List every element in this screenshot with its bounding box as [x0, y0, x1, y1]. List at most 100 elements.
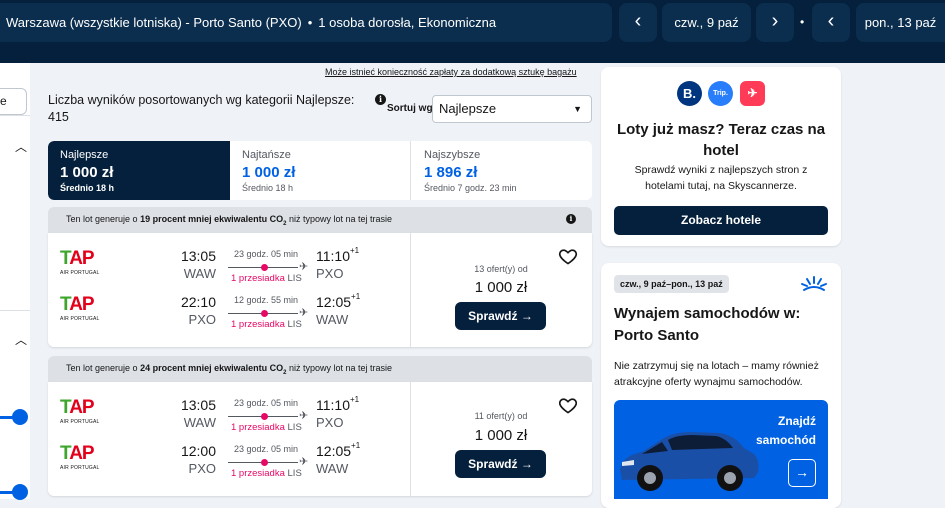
info-icon[interactable]: i: [566, 214, 576, 224]
departure-airport: WAW: [183, 415, 216, 430]
slider-handle[interactable]: [12, 484, 28, 500]
route-summary[interactable]: Warszawa (wszystkie lotniska) - Porto Sa…: [0, 3, 612, 42]
departure-time: 13:05: [180, 248, 216, 264]
airline-name: AIR PORTUGAL: [60, 270, 100, 276]
flight-leg-outbound: TAP AIR PORTUGAL 13:05 WAW 23 godz. 05 mi…: [48, 243, 410, 293]
see-hotels-button[interactable]: Zobacz hotele: [614, 206, 828, 235]
stop-airport: LIS: [287, 422, 302, 433]
route-text: Warszawa (wszystkie lotniska) - Porto Sa…: [6, 15, 302, 30]
check-button[interactable]: Sprawdź →: [455, 302, 546, 330]
return-prev-button[interactable]: ‹: [812, 3, 850, 42]
skyscanner-logo-icon: [801, 276, 827, 291]
stops-count: 1 przesiadka: [231, 319, 285, 330]
flight-leg-return: TAP AIR PORTUGAL 22:10 PXO 12 godz. 55 mi…: [48, 289, 410, 339]
stops-info: 1 przesiadka LIS: [231, 468, 302, 479]
flight-duration: 23 godz. 05 min: [233, 249, 299, 259]
arrival-airport: WAW: [316, 461, 349, 476]
brand-logo-icon: ✈: [740, 81, 765, 106]
flight-duration: 23 godz. 05 min: [233, 398, 299, 408]
airline-name: AIR PORTUGAL: [60, 465, 100, 471]
co2-text-bold: 24 procent mniej ekwiwalentu CO: [140, 363, 284, 373]
next-day-indicator: +1: [351, 441, 361, 450]
airline-name: AIR PORTUGAL: [60, 419, 100, 425]
plane-icon: ✈: [299, 307, 309, 319]
check-button[interactable]: Sprawdź →: [455, 450, 546, 478]
chevron-up-icon[interactable]: ︿: [15, 331, 27, 348]
offers-count: 11 ofert(y) od: [474, 411, 528, 421]
tab-best[interactable]: Najlepsze 1 000 zł Średnio 18 h: [48, 141, 230, 200]
bag-fee-note-link[interactable]: Może istnieć konieczność zapłaty za doda…: [325, 67, 577, 77]
arrival-airport: PXO: [316, 266, 344, 281]
flight-duration: 23 godz. 05 min: [233, 444, 299, 454]
filter-button-partial[interactable]: e: [0, 88, 27, 115]
sort-tabs: Najlepsze 1 000 zł Średnio 18 h Najtańsz…: [48, 141, 592, 200]
flight-price: 1 000 zł: [474, 279, 528, 296]
find-car-label: Znajdź samochód: [755, 414, 816, 447]
chevron-left-icon: ‹: [827, 10, 835, 32]
flight-card[interactable]: TAP AIR PORTUGAL 13:05 WAW 23 godz. 05 mi…: [48, 382, 592, 496]
departure-time: 22:10: [180, 294, 216, 310]
tap-portugal-logo: TAP AIR PORTUGAL: [60, 248, 100, 277]
chevron-right-icon: ›: [771, 10, 779, 32]
stops-count: 1 przesiadka: [231, 468, 285, 479]
hotel-ad-card: B. Trip. ✈ Loty już masz? Teraz czas na …: [601, 67, 841, 246]
passengers-text: 1 osoba dorosła, Ekonomiczna: [318, 15, 497, 30]
flight-price: 1 000 zł: [474, 427, 528, 444]
tab-fastest[interactable]: Najszybsze 1 896 zł Średnio 7 godz. 23 m…: [412, 141, 592, 200]
stop-marker: [261, 264, 268, 271]
co2-banner: Ten lot generuje o 19 procent mniej ekwi…: [48, 207, 592, 233]
tap-portugal-logo: TAP AIR PORTUGAL: [60, 397, 100, 426]
tab-average: Średnio 18 h: [60, 183, 115, 193]
tab-label: Najlepsze: [60, 149, 109, 161]
arrival-airport: WAW: [316, 312, 349, 327]
departure-time: 12:00: [180, 443, 216, 459]
caret-down-icon: ▼: [573, 104, 582, 114]
co2-banner: Ten lot generuje o 24 procent mniej ekwi…: [48, 356, 592, 382]
plane-icon: ✈: [299, 261, 309, 273]
trip-logo-icon: Trip.: [708, 81, 733, 106]
heart-icon[interactable]: [558, 246, 578, 266]
hotel-ad-description: Sprawdź wyniki z najlepszych stron z hot…: [634, 164, 808, 192]
co2-text-pre: Ten lot generuje o: [66, 214, 141, 224]
find-car-banner[interactable]: Znajdź samochód →: [614, 400, 828, 499]
offers-count: 13 ofert(y) od: [474, 264, 528, 274]
tab-cheapest[interactable]: Najtańsze 1 000 zł Średnio 18 h: [230, 141, 410, 200]
tab-price: 1 896 zł: [424, 164, 478, 181]
co2-text-post: niż typowy lot na tej trasie: [286, 363, 393, 373]
co2-text-post: niż typowy lot na tej trasie: [286, 214, 393, 224]
departure-time: 13:05: [180, 397, 216, 413]
search-header: Warszawa (wszystkie lotniska) - Porto Sa…: [0, 0, 945, 63]
stops-info: 1 przesiadka LIS: [231, 422, 302, 433]
car-ad-title: Wynajem samochodów w: Porto Santo: [614, 305, 801, 344]
tab-label: Najtańsze: [242, 149, 291, 161]
departure-airport: WAW: [183, 266, 216, 281]
depart-date[interactable]: czw., 9 paź: [662, 3, 751, 42]
filters-sidebar: e ︿ ︿: [0, 63, 30, 500]
flight-card[interactable]: TAP AIR PORTUGAL 13:05 WAW 23 godz. 05 mi…: [48, 233, 592, 347]
hotel-ad-title: Loty już masz? Teraz czas na hotel: [616, 121, 826, 159]
tab-price: 1 000 zł: [60, 164, 114, 181]
chevron-up-icon[interactable]: ︿: [15, 138, 27, 155]
stops-count: 1 przesiadka: [231, 273, 285, 284]
car-ad-description: Nie zatrzymuj się na lotach – mamy równi…: [614, 360, 819, 388]
divider: [0, 310, 30, 311]
sort-select[interactable]: Najlepsze ▼: [432, 95, 592, 123]
tap-portugal-logo: TAP AIR PORTUGAL: [60, 294, 100, 323]
depart-prev-button[interactable]: ‹: [619, 3, 657, 42]
stops-info: 1 przesiadka LIS: [231, 273, 302, 284]
tab-price: 1 000 zł: [242, 164, 296, 181]
tab-average: Średnio 18 h: [242, 183, 294, 193]
return-date[interactable]: pon., 13 paź: [856, 3, 945, 42]
depart-next-button[interactable]: ›: [756, 3, 794, 42]
arrival-time: 11:10+1: [316, 395, 360, 413]
arrival-time: 11:10+1: [316, 246, 360, 264]
departure-airport: PXO: [188, 461, 216, 476]
arrow-right-icon[interactable]: →: [788, 459, 816, 487]
info-icon[interactable]: i: [375, 94, 386, 105]
stop-airport: LIS: [287, 273, 302, 284]
slider-handle[interactable]: [12, 409, 28, 425]
chevron-left-icon: ‹: [634, 10, 642, 32]
co2-text-bold: 19 procent mniej ekwiwalentu CO: [140, 214, 284, 224]
arrival-airport: PXO: [316, 415, 344, 430]
divider: [0, 115, 30, 116]
